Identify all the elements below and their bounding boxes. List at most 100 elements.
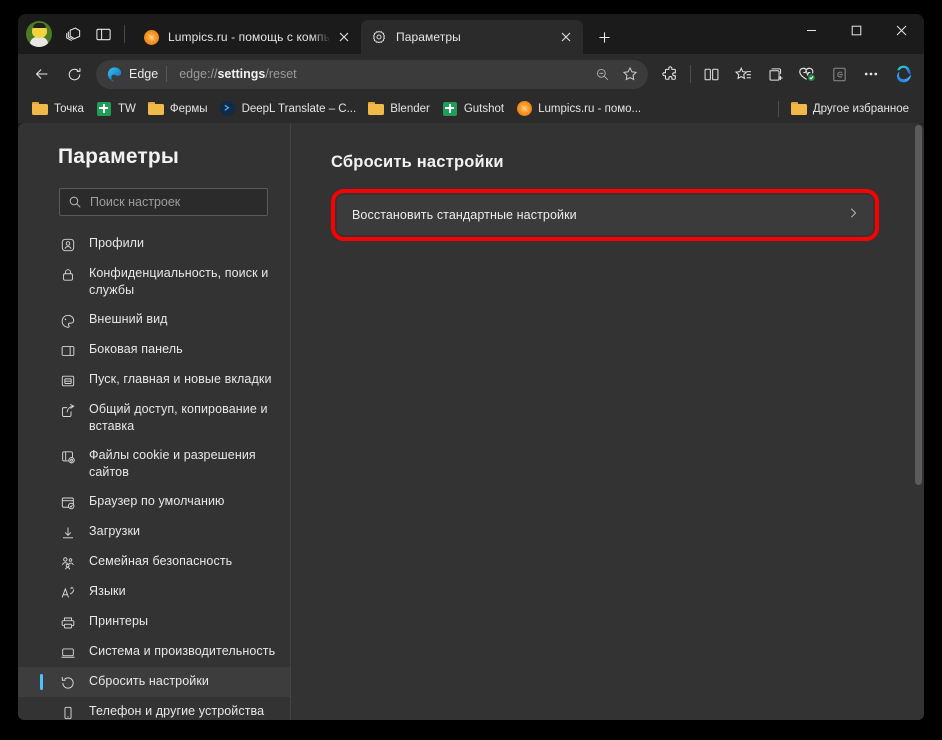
sidebar-item-label: Принтеры xyxy=(89,614,149,628)
bookmark-label: Blender xyxy=(390,102,430,115)
maximize-button[interactable] xyxy=(834,14,879,46)
tab-settings[interactable]: Параметры xyxy=(361,20,583,54)
sidebar-item-label: Боковая панель xyxy=(89,342,183,356)
bookmark-label: Gutshot xyxy=(463,102,505,115)
sidebar-item-default-browser[interactable]: Браузер по умолчанию xyxy=(18,487,290,517)
bookmark-label: Lumpics.ru - помо... xyxy=(538,102,642,115)
close-icon[interactable] xyxy=(555,26,577,48)
sidebar-item-sidebar[interactable]: Боковая панель xyxy=(18,335,290,365)
search-input[interactable]: Поиск настроек xyxy=(59,188,268,216)
close-icon[interactable] xyxy=(333,26,355,48)
printer-icon xyxy=(59,614,76,631)
appearance-icon xyxy=(59,312,76,329)
sidebar-item-label: Файлы cookie и разрешения сайтов xyxy=(89,448,256,479)
folder-icon xyxy=(368,101,385,117)
sidebar-item-languages[interactable]: Языки xyxy=(18,577,290,607)
sidebar-item-privacy[interactable]: Конфиденциальность, поиск и службы xyxy=(18,259,290,305)
tab-strip: Lumpics.ru - помощь с компьютер Параметр… xyxy=(133,14,789,54)
url-text: edge://settings/reset xyxy=(179,67,297,81)
page-title: Параметры xyxy=(58,145,180,168)
bookmark-deepl[interactable]: DeepL Translate – C... xyxy=(215,98,364,120)
content-heading: Сбросить настройки xyxy=(331,153,504,171)
sidebar-item-share-copy-paste[interactable]: Общий доступ, копирование и вставка xyxy=(18,395,290,441)
new-tab-button[interactable] xyxy=(588,22,620,52)
restore-defaults-button[interactable]: Восстановить стандартные настройки xyxy=(337,195,873,235)
sidebar-item-label: Пуск, главная и новые вкладки xyxy=(89,372,272,386)
restore-defaults-label: Восстановить стандартные настройки xyxy=(352,208,577,222)
sidebar-item-label: Сбросить настройки xyxy=(89,674,210,688)
default-browser-icon xyxy=(59,494,76,511)
orange-icon xyxy=(516,101,532,117)
bookmark-lumpics[interactable]: Lumpics.ru - помо... xyxy=(511,98,648,120)
tab-stack-icon[interactable] xyxy=(58,19,88,49)
bookmark-fermy[interactable]: Фермы xyxy=(143,98,215,120)
sidebar-item-label: Система и производительность xyxy=(89,644,276,658)
refresh-icon[interactable] xyxy=(58,59,90,89)
downloads-icon xyxy=(59,524,76,541)
cookies-icon xyxy=(59,448,76,465)
folder-icon xyxy=(147,101,164,117)
bookmarks-bar: Точка TW Фермы DeepL Translate – C... Bl… xyxy=(18,94,924,123)
bookmark-label: Другое избранное xyxy=(812,102,909,115)
sidebar-item-printers[interactable]: Принтеры xyxy=(18,607,290,637)
omnibox-divider xyxy=(166,66,168,82)
sidebar-item-phone-devices[interactable]: Телефон и другие устройства xyxy=(18,697,290,720)
zoom-out-icon[interactable] xyxy=(588,61,616,87)
puzzle-icon[interactable] xyxy=(654,59,686,89)
bookmarks-divider xyxy=(777,100,779,117)
bookmark-tochka[interactable]: Точка xyxy=(27,98,91,120)
bookmark-blender[interactable]: Blender xyxy=(363,98,437,120)
sidebar-icon xyxy=(59,342,76,359)
omnibox-brand: Edge xyxy=(129,67,159,81)
sidebar-item-system[interactable]: Система и производительность xyxy=(18,637,290,667)
sidebar-item-reset-settings[interactable]: Сбросить настройки xyxy=(18,667,290,697)
folder-icon xyxy=(32,101,48,117)
sidebar-item-cookies[interactable]: Файлы cookie и разрешения сайтов xyxy=(18,441,290,487)
sidebar-item-appearance[interactable]: Внешний вид xyxy=(18,305,290,335)
tab-lumpics[interactable]: Lumpics.ru - помощь с компьютер xyxy=(133,20,361,54)
split-screen-icon[interactable] xyxy=(695,59,727,89)
bookmark-tw[interactable]: TW xyxy=(91,98,143,120)
back-arrow-icon[interactable] xyxy=(26,59,58,89)
internet-explorer-icon[interactable] xyxy=(823,59,855,89)
sidebar-item-start-home[interactable]: Пуск, главная и новые вкладки xyxy=(18,365,290,395)
system-icon xyxy=(59,644,76,661)
highlight-annotation: Восстановить стандартные настройки xyxy=(331,189,879,241)
more-options-icon[interactable] xyxy=(855,59,887,89)
settings-content: Сбросить настройки Восстановить стандарт… xyxy=(291,123,924,720)
settings-nav-list: Профили Конфиденциальность, поиск и служ… xyxy=(18,229,290,720)
profile-avatar[interactable] xyxy=(26,21,52,47)
sidebar-item-profiles[interactable]: Профили xyxy=(18,229,290,259)
star-icon[interactable] xyxy=(616,61,644,87)
address-bar[interactable]: Edge edge://settings/reset xyxy=(96,59,648,89)
search-icon xyxy=(69,196,81,208)
title-bar: Lumpics.ru - помощь с компьютер Параметр… xyxy=(18,14,924,54)
titlebar-divider xyxy=(124,25,125,43)
languages-icon xyxy=(59,584,76,601)
copilot-icon[interactable] xyxy=(892,62,916,86)
share-icon xyxy=(59,402,76,419)
sheets-icon xyxy=(96,101,112,117)
titlebar-left-controls xyxy=(18,14,133,54)
browser-essentials-icon[interactable] xyxy=(791,59,823,89)
sheets-icon xyxy=(442,101,458,117)
sidebar-item-family-safety[interactable]: Семейная безопасность xyxy=(18,547,290,577)
favorites-list-icon[interactable] xyxy=(727,59,759,89)
close-button[interactable] xyxy=(879,14,924,46)
toolbar-divider xyxy=(690,65,691,83)
browser-toolbar: Edge edge://settings/reset xyxy=(18,54,924,94)
content-scrollbar[interactable] xyxy=(912,123,924,720)
chevron-right-icon xyxy=(847,206,859,224)
bookmark-other-favorites[interactable]: Другое избранное xyxy=(786,98,916,120)
sidebar-item-label: Общий доступ, копирование и вставка xyxy=(89,402,268,433)
bookmark-gutshot[interactable]: Gutshot xyxy=(437,98,511,120)
search-wrapper: Поиск настроек xyxy=(18,169,290,216)
add-tab-group-icon[interactable] xyxy=(759,59,791,89)
sidebar-item-label: Телефон и другие устройства xyxy=(89,704,265,718)
minimize-button[interactable] xyxy=(789,14,834,46)
scrollbar-thumb[interactable] xyxy=(915,125,922,485)
sidebar-item-downloads[interactable]: Загрузки xyxy=(18,517,290,547)
settings-sidebar: Параметры Поиск настроек Профили Конфиде… xyxy=(18,123,291,720)
browser-window: Lumpics.ru - помощь с компьютер Параметр… xyxy=(18,14,924,720)
sidebar-toggle-icon[interactable] xyxy=(88,19,118,49)
